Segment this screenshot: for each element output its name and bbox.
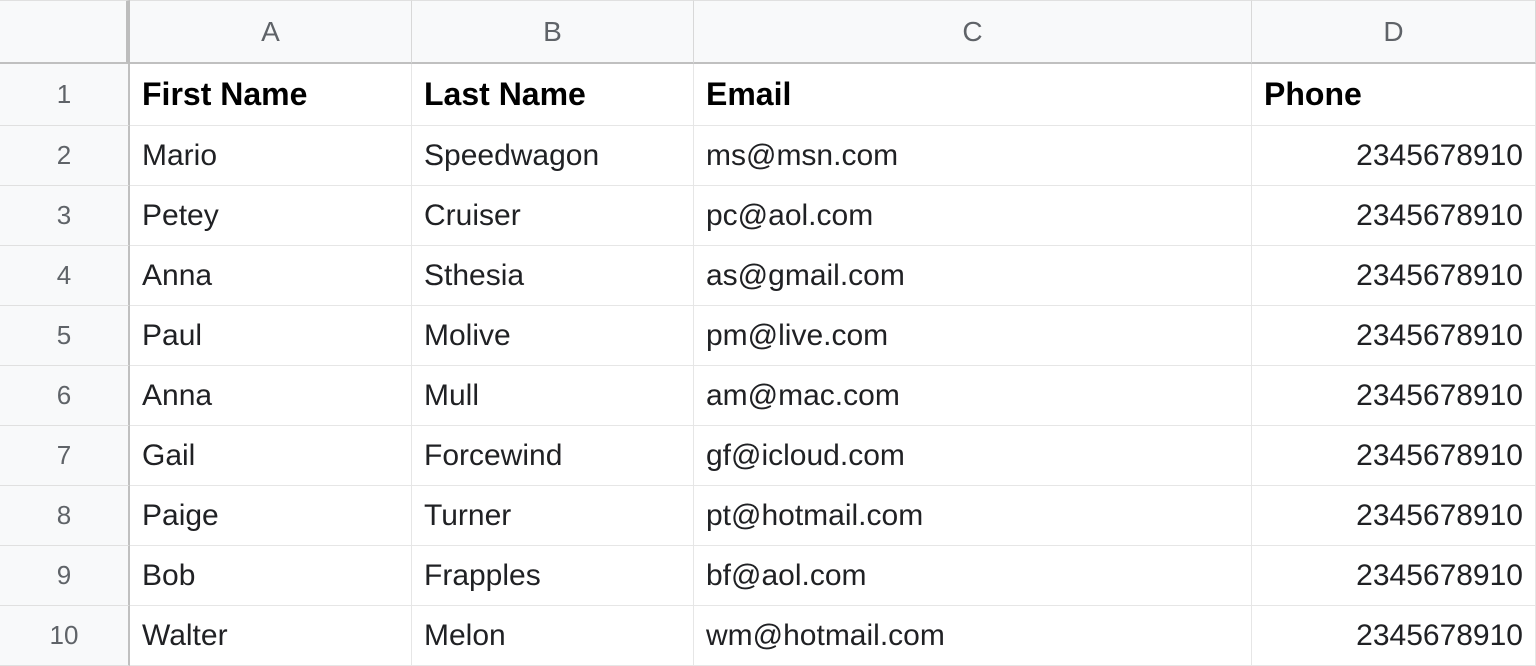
column-header-D[interactable]: D [1252, 0, 1536, 64]
cell-C1[interactable]: Email [694, 64, 1252, 126]
table-row: 6 Anna Mull am@mac.com 2345678910 [0, 366, 1536, 426]
cell-A1[interactable]: First Name [130, 64, 412, 126]
row-header-2[interactable]: 2 [0, 126, 130, 186]
cell-C10[interactable]: wm@hotmail.com [694, 606, 1252, 666]
cell-A3[interactable]: Petey [130, 186, 412, 246]
column-header-C[interactable]: C [694, 0, 1252, 64]
cell-A4[interactable]: Anna [130, 246, 412, 306]
cell-D1[interactable]: Phone [1252, 64, 1536, 126]
table-row: 7 Gail Forcewind gf@icloud.com 234567891… [0, 426, 1536, 486]
cell-B3[interactable]: Cruiser [412, 186, 694, 246]
cell-A2[interactable]: Mario [130, 126, 412, 186]
cell-C5[interactable]: pm@live.com [694, 306, 1252, 366]
cell-B7[interactable]: Forcewind [412, 426, 694, 486]
cell-A6[interactable]: Anna [130, 366, 412, 426]
table-row: 3 Petey Cruiser pc@aol.com 2345678910 [0, 186, 1536, 246]
table-row: 10 Walter Melon wm@hotmail.com 234567891… [0, 606, 1536, 666]
cell-C9[interactable]: bf@aol.com [694, 546, 1252, 606]
select-all-corner[interactable] [0, 0, 130, 64]
cell-D4[interactable]: 2345678910 [1252, 246, 1536, 306]
cell-C7[interactable]: gf@icloud.com [694, 426, 1252, 486]
cell-D9[interactable]: 2345678910 [1252, 546, 1536, 606]
column-header-row: A B C D [0, 0, 1536, 64]
table-row: 1 First Name Last Name Email Phone [0, 64, 1536, 126]
row-header-10[interactable]: 10 [0, 606, 130, 666]
row-header-4[interactable]: 4 [0, 246, 130, 306]
cell-A8[interactable]: Paige [130, 486, 412, 546]
cell-D5[interactable]: 2345678910 [1252, 306, 1536, 366]
cell-A7[interactable]: Gail [130, 426, 412, 486]
cell-D6[interactable]: 2345678910 [1252, 366, 1536, 426]
cell-B8[interactable]: Turner [412, 486, 694, 546]
row-header-1[interactable]: 1 [0, 64, 130, 126]
cell-C6[interactable]: am@mac.com [694, 366, 1252, 426]
table-row: 2 Mario Speedwagon ms@msn.com 2345678910 [0, 126, 1536, 186]
row-header-7[interactable]: 7 [0, 426, 130, 486]
cell-D3[interactable]: 2345678910 [1252, 186, 1536, 246]
row-header-6[interactable]: 6 [0, 366, 130, 426]
cell-A10[interactable]: Walter [130, 606, 412, 666]
cell-D10[interactable]: 2345678910 [1252, 606, 1536, 666]
cell-B10[interactable]: Melon [412, 606, 694, 666]
cell-C8[interactable]: pt@hotmail.com [694, 486, 1252, 546]
cell-D7[interactable]: 2345678910 [1252, 426, 1536, 486]
cell-D2[interactable]: 2345678910 [1252, 126, 1536, 186]
cell-A9[interactable]: Bob [130, 546, 412, 606]
cell-B5[interactable]: Molive [412, 306, 694, 366]
row-header-5[interactable]: 5 [0, 306, 130, 366]
spreadsheet-grid: A B C D 1 First Name Last Name Email Pho… [0, 0, 1536, 666]
cell-B1[interactable]: Last Name [412, 64, 694, 126]
cell-B6[interactable]: Mull [412, 366, 694, 426]
table-row: 8 Paige Turner pt@hotmail.com 2345678910 [0, 486, 1536, 546]
cell-D8[interactable]: 2345678910 [1252, 486, 1536, 546]
cell-C2[interactable]: ms@msn.com [694, 126, 1252, 186]
row-header-8[interactable]: 8 [0, 486, 130, 546]
cell-C4[interactable]: as@gmail.com [694, 246, 1252, 306]
cell-B2[interactable]: Speedwagon [412, 126, 694, 186]
cell-A5[interactable]: Paul [130, 306, 412, 366]
row-header-3[interactable]: 3 [0, 186, 130, 246]
cell-B9[interactable]: Frapples [412, 546, 694, 606]
column-header-A[interactable]: A [130, 0, 412, 64]
table-row: 4 Anna Sthesia as@gmail.com 2345678910 [0, 246, 1536, 306]
table-row: 5 Paul Molive pm@live.com 2345678910 [0, 306, 1536, 366]
row-header-9[interactable]: 9 [0, 546, 130, 606]
cell-C3[interactable]: pc@aol.com [694, 186, 1252, 246]
cell-B4[interactable]: Sthesia [412, 246, 694, 306]
column-header-B[interactable]: B [412, 0, 694, 64]
table-row: 9 Bob Frapples bf@aol.com 2345678910 [0, 546, 1536, 606]
